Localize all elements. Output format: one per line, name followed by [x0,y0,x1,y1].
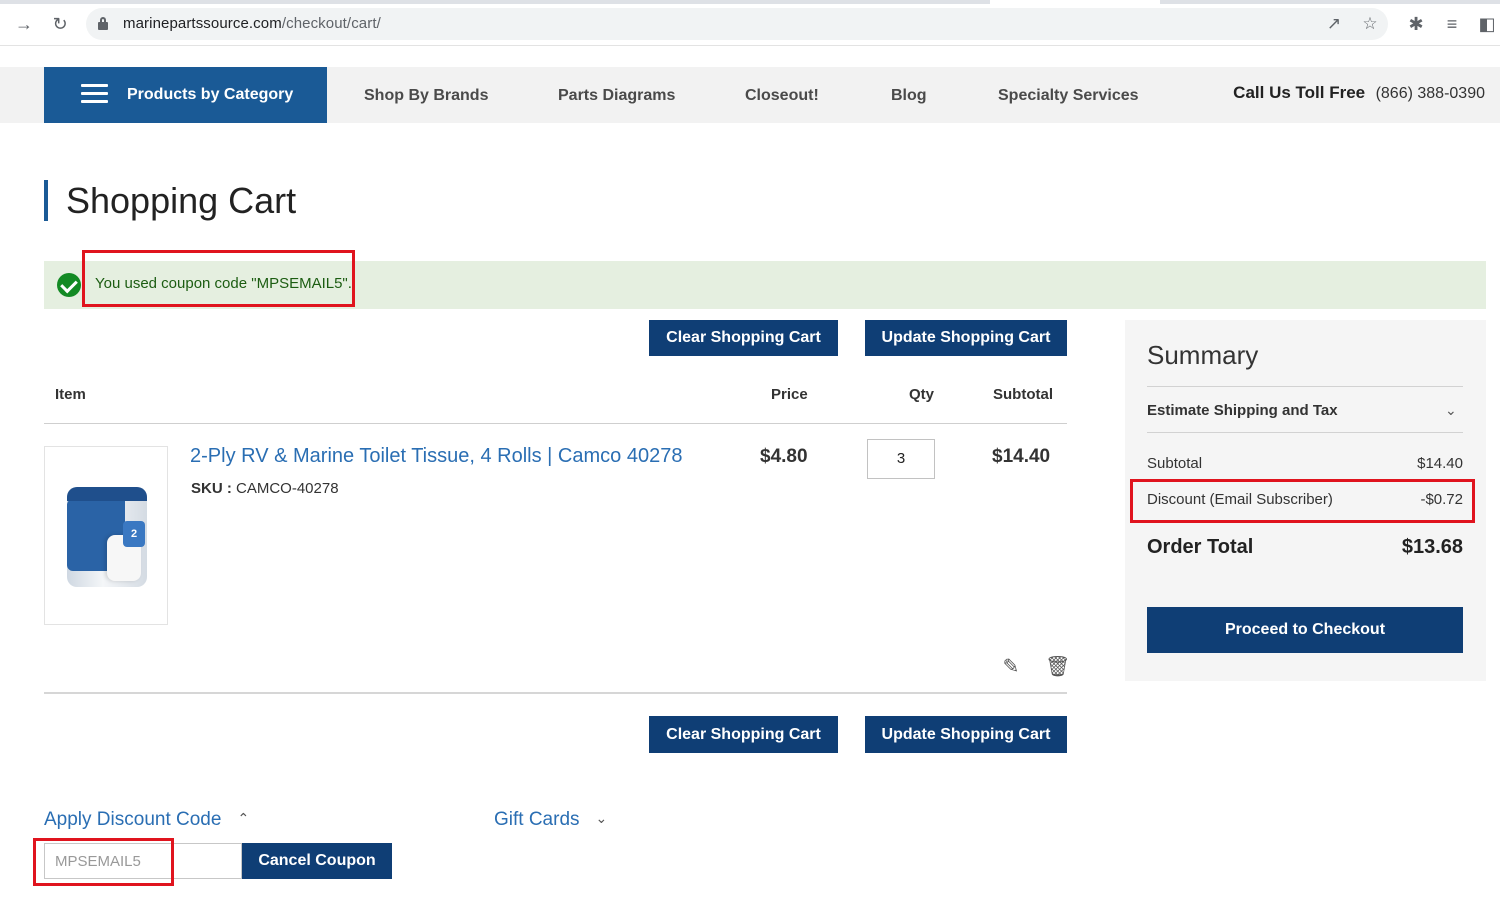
phone-number[interactable]: (866) 388-0390 [1376,85,1485,102]
column-header-qty: Qty [909,386,935,403]
highlight-box-coupon-message [82,250,355,307]
address-bar[interactable]: marinepartssource.com/checkout/cart/ ↗ ☆ [86,8,1388,40]
update-shopping-cart-button-top[interactable]: Update Shopping Cart [865,320,1067,356]
apply-discount-code-label: Apply Discount Code [44,809,222,830]
summary-subtotal-value: $14.40 [1417,455,1463,472]
estimate-shipping-toggle[interactable]: Estimate Shipping and Tax [1147,402,1338,419]
lock-icon[interactable] [98,17,108,30]
summary-title: Summary [1147,340,1259,370]
product-name-link[interactable]: 2-Ply RV & Marine Toilet Tissue, 4 Rolls… [190,445,682,468]
item-price: $4.80 [760,446,808,467]
browser-toolbar: → ↻ marinepartssource.com/checkout/cart/… [0,0,1500,46]
nav-shop-by-brands[interactable]: Shop By Brands [364,87,488,105]
cancel-coupon-button[interactable]: Cancel Coupon [242,843,392,879]
main-navigation: Products by Category Shop By Brands Part… [0,67,1500,123]
page-title: Shopping Cart [66,180,297,221]
summary-divider-bottom [1147,432,1463,433]
summary-subtotal-row: Subtotal $14.40 [1147,455,1463,472]
share-icon[interactable]: ↗ [1322,12,1346,36]
column-header-subtotal: Subtotal [993,386,1053,403]
quantity-input[interactable]: 3 [867,439,935,479]
reload-icon[interactable]: ↻ [48,12,72,36]
highlight-box-discount-row [1130,479,1475,523]
summary-divider-top [1147,386,1463,387]
nav-blog[interactable]: Blog [891,87,927,105]
url-text[interactable]: marinepartssource.com/checkout/cart/ [123,15,381,32]
call-label: Call Us Toll Free [1233,83,1366,102]
table-header-divider [44,423,1067,424]
tab-strip [0,0,1500,4]
column-header-price: Price [771,386,808,403]
nav-parts-diagrams[interactable]: Parts Diagrams [558,87,675,105]
success-check-icon [57,273,81,297]
order-total-row: Order Total $13.68 [1147,536,1463,559]
nav-closeout[interactable]: Closeout! [745,87,819,105]
clear-shopping-cart-button-top[interactable]: Clear Shopping Cart [649,320,838,356]
toilet-tissue-package-image: 2 [67,487,147,587]
tab-strip-gap [990,0,1160,4]
update-shopping-cart-button-bottom[interactable]: Update Shopping Cart [865,716,1067,753]
chevron-down-icon[interactable]: ⌄ [1445,402,1457,419]
hamburger-menu-icon [81,84,108,104]
chevron-down-icon: ⌄ [595,810,608,826]
package-badge: 2 [123,521,145,547]
gift-cards-label: Gift Cards [494,809,580,830]
sku-label: SKU : [191,480,232,497]
title-accent-bar [44,180,48,221]
side-panel-icon[interactable]: ◧ [1475,12,1499,36]
table-bottom-divider [44,692,1067,694]
highlight-box-coupon-input [33,838,174,886]
back-arrow-icon[interactable]: → [12,12,36,36]
order-total-value: $13.68 [1401,536,1463,558]
clear-shopping-cart-button-bottom[interactable]: Clear Shopping Cart [649,716,838,753]
gift-cards-toggle[interactable]: Gift Cards ⌄ [494,809,607,831]
edit-pencil-icon[interactable]: ✎ [999,655,1023,679]
chevron-up-icon: ⌃ [237,810,250,826]
toll-free-contact: Call Us Toll Free (866) 388-0390 [1233,83,1485,103]
summary-subtotal-label: Subtotal [1147,455,1203,472]
column-header-item: Item [55,386,86,403]
sku-value: CAMCO-40278 [236,480,339,497]
products-by-category-label: Products by Category [127,86,294,103]
trash-icon[interactable]: 🗑 [1045,655,1070,679]
product-image[interactable]: 2 [44,446,168,625]
product-sku: SKU : CAMCO-40278 [191,480,339,497]
order-total-label: Order Total [1147,536,1254,558]
proceed-to-checkout-button[interactable]: Proceed to Checkout [1147,607,1463,653]
products-by-category-button[interactable]: Products by Category [44,67,327,123]
nav-specialty-services[interactable]: Specialty Services [998,87,1139,105]
bookmark-star-icon[interactable]: ☆ [1358,12,1382,36]
item-subtotal: $14.40 [992,446,1051,467]
url-path: /checkout/cart/ [281,15,381,32]
reading-list-icon[interactable]: ≡ [1440,12,1464,36]
url-domain: marinepartssource.com [123,15,282,32]
extensions-puzzle-icon[interactable]: ✱ [1404,12,1428,36]
apply-discount-code-toggle[interactable]: Apply Discount Code ⌃ [44,809,249,831]
